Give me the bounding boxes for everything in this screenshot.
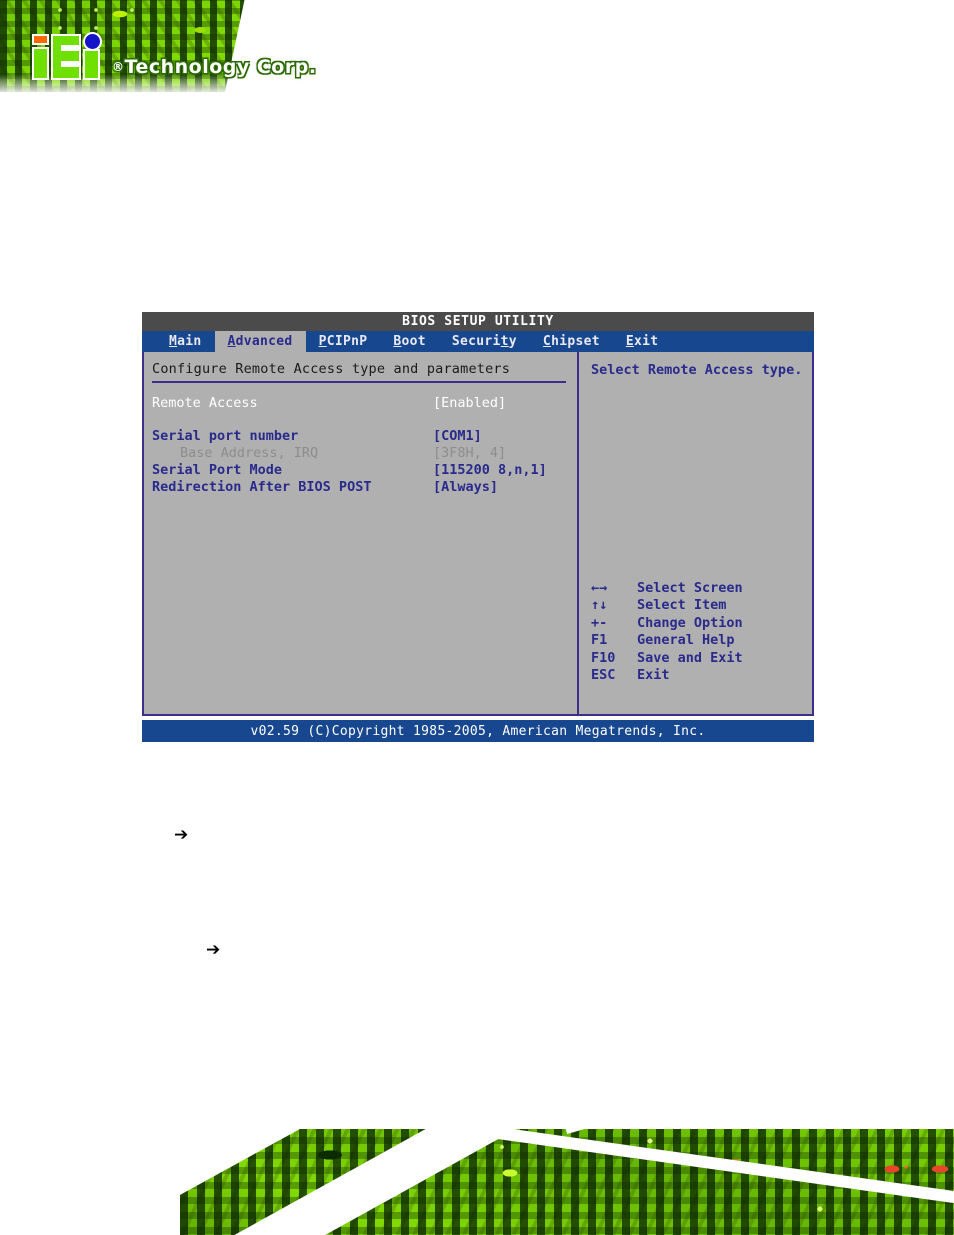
logo-i-stem-2 — [85, 51, 98, 78]
f1-key-icon: F1 — [591, 632, 608, 649]
key-legend-label: General Help — [637, 632, 735, 649]
brand-text-label: Technology Corp. — [124, 56, 317, 78]
key-legend-label: Save and Exit — [637, 649, 743, 666]
option-row-redirection-after-bios-post[interactable]: Redirection After BIOS POST [Always] — [152, 478, 577, 495]
option-spacer — [152, 411, 577, 427]
bios-help-panel: Select Remote Access type. ←→ Select Scr… — [579, 352, 812, 714]
option-value[interactable]: [Enabled] — [433, 395, 506, 411]
logo-letter-e — [53, 36, 79, 78]
key-legend-label: Exit — [637, 667, 670, 684]
option-value: [3F8H, 4] — [433, 444, 507, 461]
key-legend-row-change-option: +- Change Option — [591, 614, 791, 632]
option-label: Serial port number — [152, 427, 299, 444]
option-label: Remote Access — [152, 394, 258, 411]
key-legend: ←→ Select Screen ↑↓ Select Item +- Chang… — [591, 579, 791, 684]
logo-i-stem — [34, 49, 47, 78]
key-legend-row-save-and-exit: F10 Save and Exit — [591, 649, 791, 667]
option-row-remote-access[interactable]: Remote Access [Enabled] — [152, 394, 577, 411]
header-banner: ®Technology Corp. — [0, 0, 954, 112]
section-heading: Configure Remote Access type and paramet… — [152, 361, 511, 377]
tab-security[interactable]: Securi t y — [439, 331, 530, 352]
option-value[interactable]: [COM1] — [433, 428, 482, 444]
option-value[interactable]: [115200 8,n,1] — [433, 462, 547, 478]
bios-menu-bar[interactable]: Main Advanced P CIPnP Boot Securi t y Chips… — [142, 331, 814, 352]
arrow-bullet-icon: ➔ — [206, 940, 221, 960]
footer-banner — [0, 1115, 954, 1235]
key-legend-row-general-help: F1 General Help — [591, 632, 791, 650]
tab-advanced[interactable]: Advanced — [214, 331, 306, 352]
option-row-serial-port-number[interactable]: Serial port number [COM1] — [152, 427, 577, 444]
bios-settings-panel: Configure Remote Access type and paramet… — [144, 352, 577, 714]
iei-logo-mark — [32, 34, 104, 80]
bios-title: BIOS SETUP UTILITY — [402, 314, 554, 329]
bios-version-bar: v02.59 (C)Copyright 1985-2005, American … — [142, 720, 814, 742]
key-legend-row-select-item: ↑↓ Select Item — [591, 597, 791, 615]
header-white-strip — [0, 96, 954, 112]
plus-minus-icon: +- — [591, 614, 608, 631]
logo-i-dot-blue — [85, 34, 100, 49]
key-legend-row-select-screen: ←→ Select Screen — [591, 579, 791, 597]
option-label: Serial Port Mode — [152, 461, 283, 478]
bios-setup-screen: BIOS SETUP UTILITY Main Advanced P CIPnP … — [142, 312, 814, 742]
tab-exit[interactable]: Exit — [613, 331, 672, 352]
arrow-up-down-icon: ↑↓ — [591, 597, 608, 614]
registered-symbol: ® — [112, 60, 125, 74]
option-label: Redirection After BIOS POST — [152, 478, 372, 495]
bios-version-text: v02.59 (C)Copyright 1985-2005, American … — [250, 723, 706, 739]
key-legend-label: Select Item — [637, 597, 727, 614]
section-rule — [152, 381, 566, 383]
esc-key-icon: ESC — [591, 667, 616, 684]
f10-key-icon: F10 — [591, 649, 616, 666]
option-label: Base Address, IRQ — [180, 444, 319, 461]
arrow-bullet-icon: ➔ — [174, 825, 189, 845]
arrow-left-right-icon: ←→ — [591, 579, 608, 596]
option-row-base-address-irq: Base Address, IRQ [3F8H, 4] — [152, 444, 577, 461]
option-value[interactable]: [Always] — [433, 479, 498, 495]
key-legend-label: Change Option — [637, 614, 743, 631]
option-row-serial-port-mode[interactable]: Serial Port Mode [115200 8,n,1] — [152, 461, 577, 478]
tab-chipset[interactable]: Chipset — [530, 331, 613, 352]
tab-pcipnp[interactable]: P CIPnP — [306, 331, 381, 352]
logo-i-dot-orange — [34, 36, 47, 43]
tab-main[interactable]: Main — [156, 331, 215, 352]
brand-text: ®Technology Corp. — [112, 58, 317, 80]
bios-title-bar: BIOS SETUP UTILITY — [142, 312, 814, 331]
bios-body: Configure Remote Access type and paramet… — [142, 352, 814, 716]
help-text: Select Remote Access type. — [591, 362, 803, 378]
tab-boot[interactable]: Boot — [380, 331, 439, 352]
key-legend-row-exit: ESC Exit — [591, 667, 791, 685]
key-legend-label: Select Screen — [637, 579, 743, 596]
iei-logo: ®Technology Corp. — [32, 34, 317, 80]
